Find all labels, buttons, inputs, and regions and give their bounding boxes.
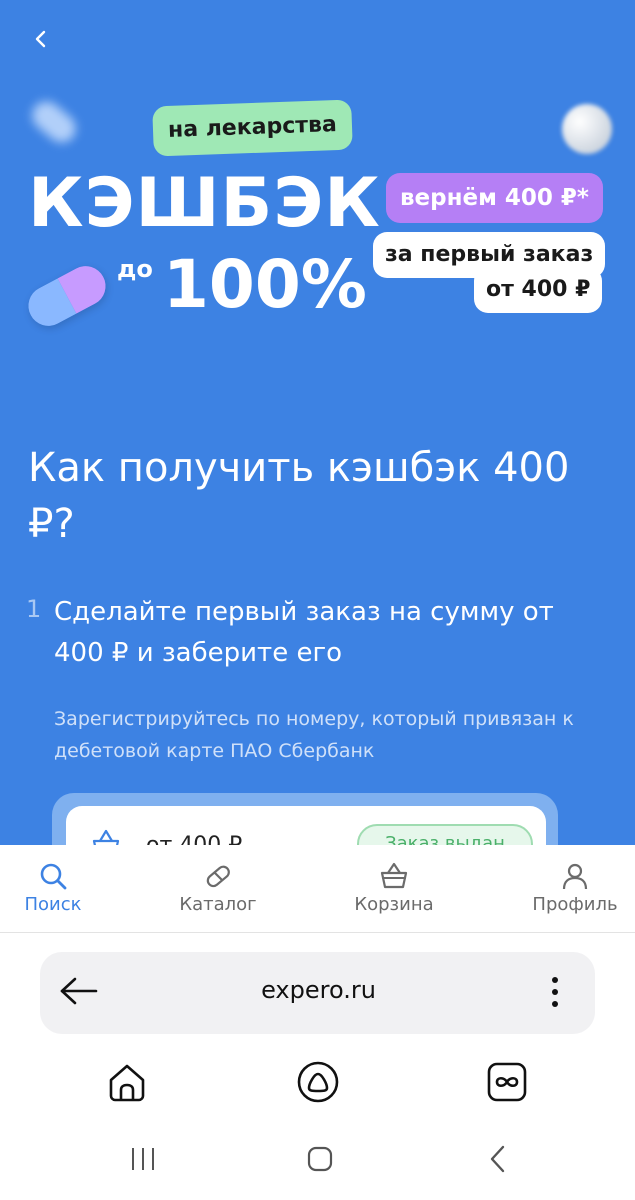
how-to-title: Как получить кэшбэк 400 ₽? bbox=[28, 445, 570, 547]
min-order-tag: от 400 ₽ bbox=[474, 267, 603, 313]
step-hint: Зарегистрируйтесь по номеру, который при… bbox=[54, 708, 574, 762]
tab-search[interactable]: Поиск bbox=[0, 845, 113, 933]
tab-cart-label: Корзина bbox=[354, 894, 434, 915]
cashback-percent: 100% bbox=[163, 246, 367, 323]
more-menu-icon[interactable] bbox=[545, 972, 565, 1012]
bottom-tab-bar: Поиск Каталог Корзина Профиль bbox=[0, 845, 635, 933]
order-amount: от 400 ₽ bbox=[146, 833, 242, 845]
upto-label: до bbox=[117, 255, 153, 283]
basket-icon bbox=[92, 829, 120, 845]
capsule-decoration bbox=[21, 259, 113, 333]
recent-apps-icon[interactable] bbox=[128, 1144, 158, 1174]
search-icon bbox=[40, 863, 67, 890]
tab-profile-label: Профиль bbox=[532, 894, 618, 915]
step-number: 1 bbox=[26, 595, 42, 623]
tab-cart[interactable]: Корзина bbox=[334, 845, 454, 933]
basket-icon bbox=[380, 862, 408, 889]
browser-back-icon[interactable] bbox=[58, 975, 100, 1007]
home-circle-icon[interactable] bbox=[305, 1144, 335, 1174]
blurred-pill-decoration bbox=[26, 95, 82, 149]
tablet-decoration bbox=[562, 104, 612, 154]
system-back-icon[interactable] bbox=[483, 1144, 513, 1174]
return-amount-tag: вернём 400 ₽* bbox=[386, 173, 603, 223]
alice-icon[interactable] bbox=[296, 1060, 340, 1104]
tabs-icon[interactable] bbox=[485, 1060, 529, 1104]
step-text: Сделайте первый заказ на сумму от 400 ₽ … bbox=[54, 597, 554, 668]
tab-search-label: Поиск bbox=[24, 894, 82, 915]
tab-catalog[interactable]: Каталог bbox=[158, 845, 278, 933]
back-arrow-icon[interactable] bbox=[26, 24, 56, 54]
profile-icon bbox=[562, 863, 588, 890]
browser-chrome: expero.ru bbox=[0, 934, 635, 1200]
cashback-headline: КЭШБЭК bbox=[28, 164, 381, 243]
tab-profile[interactable]: Профиль bbox=[515, 845, 635, 933]
promo-banner: на лекарства КЭШБЭК до 100% вернём 400 ₽… bbox=[0, 0, 635, 845]
url-text[interactable]: expero.ru bbox=[100, 976, 537, 1004]
home-icon[interactable] bbox=[105, 1060, 149, 1104]
pill-icon bbox=[206, 865, 230, 888]
medicine-tag: на лекарства bbox=[152, 99, 353, 157]
tab-catalog-label: Каталог bbox=[179, 894, 257, 915]
order-status-badge: Заказ выдан bbox=[357, 824, 533, 845]
